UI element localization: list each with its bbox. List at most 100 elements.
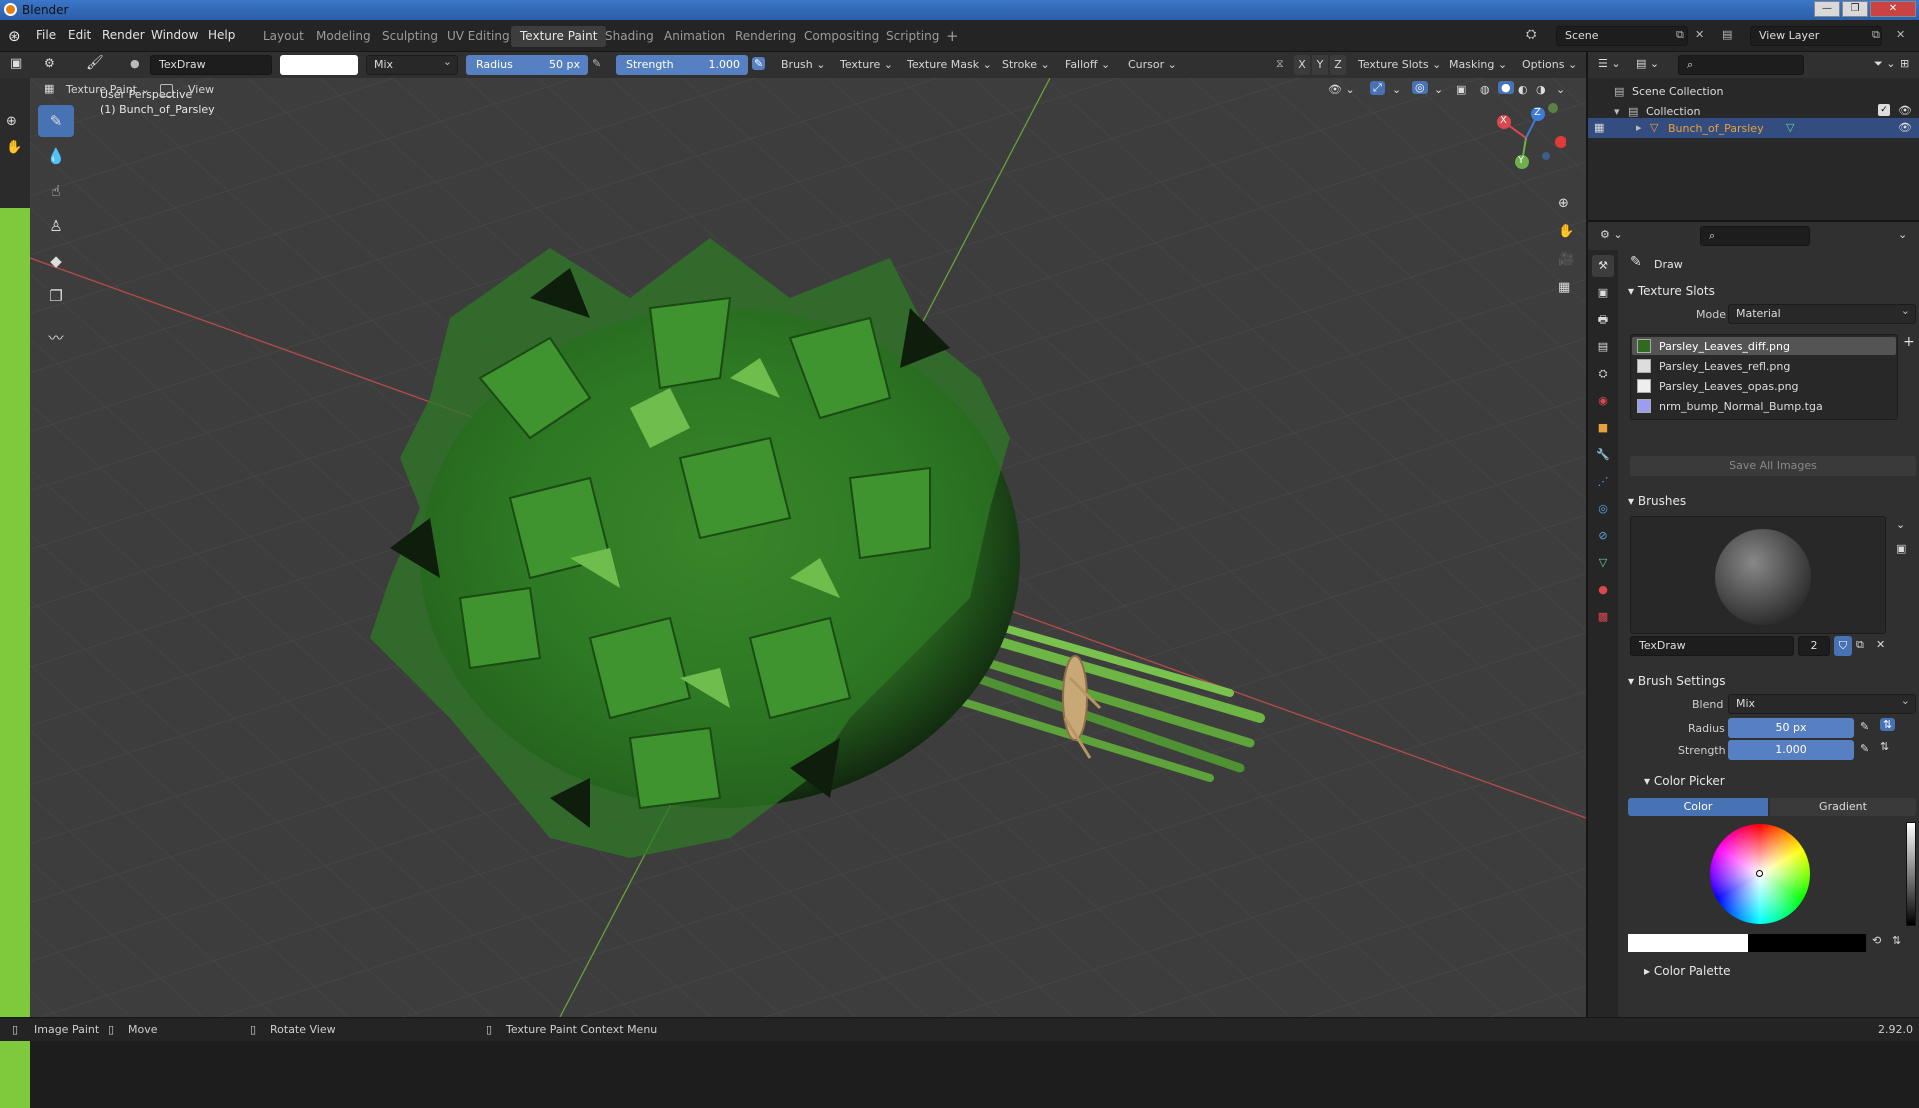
mirror-x-toggle[interactable]: X [1294, 55, 1310, 75]
texture-slots-panel-header[interactable]: ▾ Texture Slots [1628, 280, 1715, 302]
shading-dropdown-icon[interactable]: ⌄ [1556, 83, 1565, 96]
brush-settings-panel-header[interactable]: ▾ Brush Settings [1628, 670, 1726, 692]
color-wheel-cursor[interactable] [1756, 870, 1763, 877]
gizmo-dropdown-icon[interactable]: ⌄ [1392, 83, 1401, 96]
object-visibility-icon[interactable]: 👁 [1898, 121, 1912, 134]
new-scene-icon[interactable]: ⧉ [1676, 28, 1684, 42]
collection-visibility-icon[interactable]: 👁 [1898, 104, 1912, 117]
hand-icon[interactable]: ✋ [6, 140, 22, 155]
menu-options[interactable]: Options ⌄ [1516, 55, 1583, 75]
strength-pressure-icon[interactable]: ✎ [1860, 742, 1869, 755]
brush-preview-box[interactable] [1630, 516, 1886, 634]
tab-scene-icon[interactable]: ⛭ [1592, 363, 1614, 385]
fake-user-shield-icon[interactable]: ⛉ [1834, 636, 1852, 656]
visibility-icon[interactable]: 👁 ⌄ [1328, 83, 1355, 96]
annotate-tool-icon[interactable]: 〰 [38, 321, 74, 353]
properties-options-icon[interactable]: ⌄ [1898, 228, 1907, 241]
outliner-collection[interactable]: Collection [1646, 105, 1700, 118]
tab-compositing[interactable]: Compositing [795, 26, 888, 47]
view-layer-field[interactable]: View Layer [1750, 26, 1882, 46]
xray-toggle-icon[interactable]: ▣ [1456, 83, 1466, 96]
radius-slider[interactable]: Radius 50 px [466, 55, 588, 75]
menu-texture-slots[interactable]: Texture Slots ⌄ [1352, 55, 1447, 75]
tab-modifiers-icon[interactable]: 🔧 [1592, 444, 1614, 466]
filter-icon[interactable]: ⏷ ⌄ [1874, 57, 1896, 71]
strength-slider-props[interactable]: 1.000 [1728, 740, 1854, 760]
zoom-icon[interactable]: ⊕ [6, 114, 17, 129]
swap-colors-icon[interactable]: ⟲ [1872, 934, 1881, 947]
outliner-search-input[interactable]: ⌕ [1678, 55, 1804, 75]
tab-particles-icon[interactable]: ⋰ [1592, 471, 1614, 493]
paint-mask-toggle[interactable] [160, 84, 173, 97]
tab-layout[interactable]: Layout [254, 26, 313, 47]
brush-color-swatch[interactable] [280, 55, 358, 75]
outliner-object-name[interactable]: Bunch_of_Parsley [1668, 122, 1764, 135]
tab-constraints-icon[interactable]: ⊘ [1592, 525, 1614, 547]
unlink-brush-icon[interactable]: ✕ [1876, 638, 1885, 651]
tab-shading[interactable]: Shading [596, 26, 663, 47]
add-texture-slot-icon[interactable]: + [1903, 334, 1915, 350]
brush-image-icon[interactable]: ▣ [1896, 542, 1906, 555]
scene-field[interactable]: Scene [1556, 26, 1688, 46]
collection-checkbox[interactable]: ✓ [1878, 104, 1890, 116]
save-all-images-button[interactable]: Save All Images [1630, 456, 1916, 476]
texture-slot-item[interactable]: Parsley_Leaves_diff.png [1659, 340, 1790, 353]
delete-view-layer-icon[interactable]: ✕ [1896, 28, 1905, 41]
brush-icon[interactable]: 🖌 [86, 55, 104, 71]
brush-browse-icon[interactable]: ⌄ [1896, 518, 1905, 531]
tool-options-icon[interactable]: ⚙ [44, 56, 55, 70]
fake-user-icon[interactable]: ● [130, 57, 140, 70]
shading-wireframe-icon[interactable]: ◍ [1480, 83, 1490, 96]
tab-uv-editing[interactable]: UV Editing [438, 26, 519, 47]
color-unified-icon[interactable]: ⇅ [1892, 934, 1901, 947]
minimize-button[interactable]: — [1814, 1, 1840, 17]
blend-dropdown-props[interactable]: Mix [1728, 692, 1916, 714]
tab-object-icon[interactable]: ■ [1592, 417, 1614, 439]
radius-pressure-icon[interactable]: ✎ [1860, 720, 1869, 733]
tab-animation[interactable]: Animation [655, 26, 734, 47]
camera-view-icon[interactable]: 🎥 [1558, 252, 1574, 267]
tab-tool-icon[interactable]: ⚒ [1592, 255, 1614, 277]
color-tab[interactable]: Color [1628, 798, 1768, 816]
tab-data-icon[interactable]: ▽ [1592, 552, 1614, 574]
tab-material-icon[interactable]: ● [1592, 579, 1614, 601]
draw-tool-icon[interactable]: ✎ [38, 105, 74, 137]
menu-masking[interactable]: Masking ⌄ [1443, 55, 1513, 75]
gradient-tab[interactable]: Gradient [1770, 798, 1916, 816]
scene-selector-icon[interactable]: ⛭ [1526, 27, 1536, 42]
overlay-dropdown-icon[interactable]: ⌄ [1434, 83, 1443, 96]
shading-rendered-icon[interactable]: ◑ [1536, 83, 1546, 96]
add-workspace-icon[interactable]: + [946, 27, 959, 45]
gizmo-toggle-icon[interactable]: ⤢ [1370, 81, 1385, 95]
clone-tool-icon[interactable]: ♙ [38, 210, 74, 242]
brushes-panel-header[interactable]: ▾ Brushes [1628, 490, 1686, 512]
tab-world-icon[interactable]: ◉ [1592, 390, 1614, 412]
color-palette-panel-header[interactable]: ▸ Color Palette [1644, 960, 1731, 982]
strength-slider[interactable]: Strength 1.000 [616, 55, 748, 75]
tab-rendering[interactable]: Rendering [726, 26, 805, 47]
pan-view-icon[interactable]: ✋ [1558, 224, 1574, 239]
mode-dropdown[interactable]: Texture Paint ⌄ [60, 80, 156, 100]
soften-tool-icon[interactable]: 💧 [38, 140, 74, 172]
tab-texture-icon[interactable]: ▩ [1592, 606, 1614, 628]
tab-sculpting[interactable]: Sculpting [373, 26, 447, 47]
outliner-scene-collection[interactable]: Scene Collection [1632, 85, 1723, 98]
3d-viewport[interactable]: User Perspective (1) Bunch_of_Parsley Z … [30, 78, 1586, 1017]
maximize-button[interactable]: ❐ [1842, 1, 1868, 17]
texture-slot-item[interactable]: Parsley_Leaves_refl.png [1659, 360, 1790, 373]
tab-scripting[interactable]: Scripting [877, 26, 948, 47]
primary-color-swatch[interactable] [1628, 934, 1748, 952]
tab-texture-paint[interactable]: Texture Paint [511, 26, 607, 47]
menu-edit[interactable]: Edit [68, 28, 91, 42]
display-mode-icon[interactable]: ▤ ⌄ [1636, 57, 1659, 70]
expand-object-icon[interactable]: ▸ [1636, 121, 1642, 134]
view-layer-icon[interactable]: ▤ [1722, 28, 1732, 41]
radius-slider-props[interactable]: 50 px [1728, 718, 1854, 738]
menu-falloff[interactable]: Falloff ⌄ [1059, 55, 1116, 75]
duplicate-brush-icon[interactable]: ⧉ [1856, 638, 1864, 652]
blend-dropdown[interactable]: Mix [366, 53, 458, 75]
delete-scene-icon[interactable]: ✕ [1695, 28, 1704, 41]
radius-unit-icon[interactable]: ⇅ [1880, 718, 1896, 731]
mirror-y-toggle[interactable]: Y [1312, 55, 1328, 75]
zoom-view-icon[interactable]: ⊕ [1558, 196, 1569, 211]
